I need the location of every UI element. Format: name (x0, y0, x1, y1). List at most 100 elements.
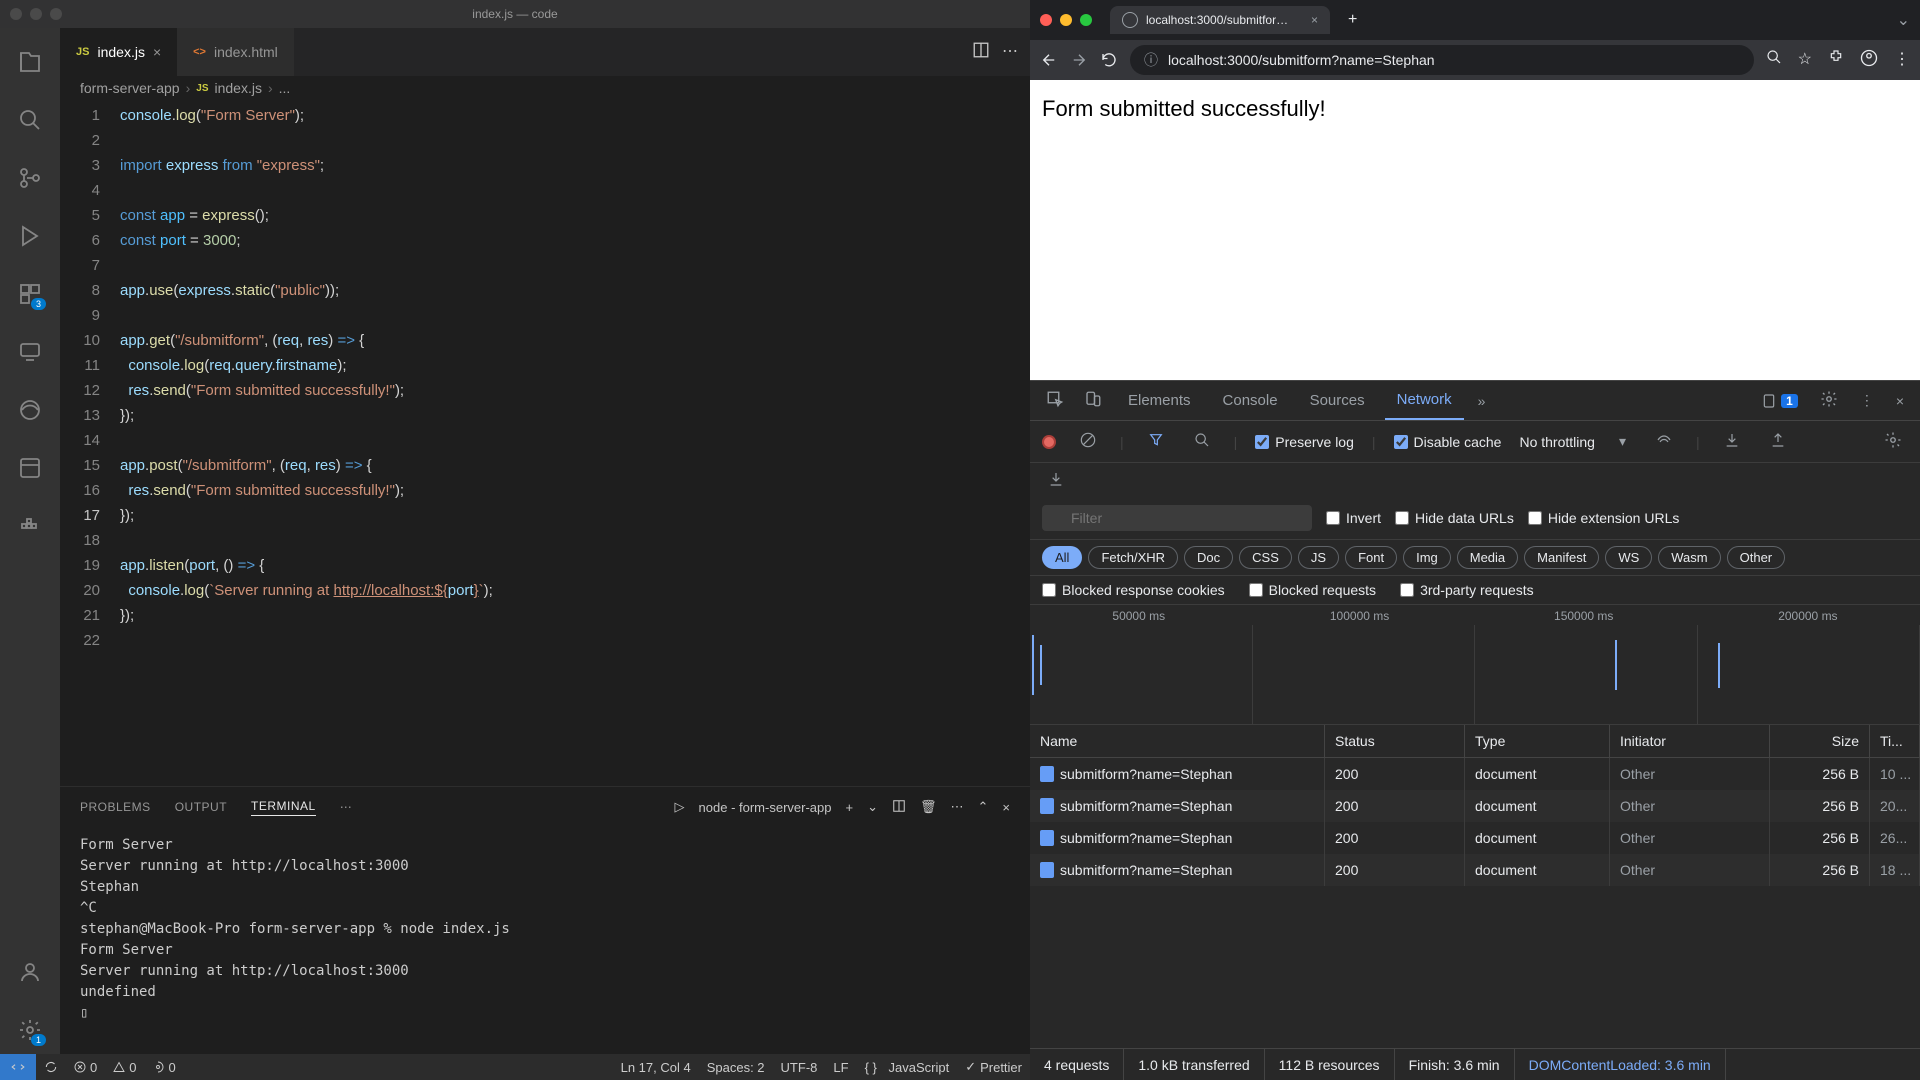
kill-terminal-icon[interactable]: 🗑 (920, 799, 937, 815)
disable-cache-checkbox[interactable]: Disable cache (1394, 434, 1502, 450)
tab-index-html[interactable]: <> index.html (177, 28, 294, 76)
new-tab-button[interactable]: + (1338, 11, 1367, 29)
th-status[interactable]: Status (1325, 725, 1465, 757)
bookmark-icon[interactable]: ☆ (1798, 49, 1812, 72)
terminal-output[interactable]: Form Server Server running at http://loc… (60, 827, 1030, 1054)
source-control-icon[interactable] (6, 154, 54, 202)
table-row[interactable]: submitform?name=Stephan200documentOther2… (1030, 790, 1920, 822)
device-toggle-icon[interactable] (1078, 390, 1108, 411)
status-language[interactable]: { } JavaScript (857, 1059, 958, 1075)
filter-fetch[interactable]: Fetch/XHR (1088, 546, 1178, 569)
download-icon[interactable] (1042, 471, 1070, 490)
breadcrumb[interactable]: form-server-app › JS index.js › ... (60, 76, 1030, 100)
blocked-requests-checkbox[interactable]: Blocked requests (1249, 582, 1376, 598)
table-row[interactable]: submitform?name=Stephan200documentOther2… (1030, 822, 1920, 854)
close-panel-icon[interactable]: × (1002, 800, 1010, 815)
chevron-down-icon[interactable]: ▾ (1613, 433, 1632, 450)
panel-more-icon[interactable]: ⋯ (340, 800, 352, 814)
import-har-icon[interactable] (1718, 432, 1746, 451)
devtools-close-icon[interactable]: × (1890, 393, 1910, 409)
status-spaces[interactable]: Spaces: 2 (699, 1059, 773, 1075)
extensions-icon[interactable] (1828, 49, 1844, 72)
clear-icon[interactable] (1074, 432, 1102, 451)
filter-wasm[interactable]: Wasm (1658, 546, 1720, 569)
terminal-task-label[interactable]: node - form-server-app (699, 800, 832, 815)
hide-ext-urls-checkbox[interactable]: Hide extension URLs (1528, 510, 1680, 526)
filter-doc[interactable]: Doc (1184, 546, 1233, 569)
tab-close-icon[interactable]: × (153, 44, 161, 60)
filter-media[interactable]: Media (1457, 546, 1518, 569)
table-row[interactable]: submitform?name=Stephan200documentOther2… (1030, 854, 1920, 886)
tab-index-js[interactable]: JS index.js × (60, 28, 177, 76)
accounts-icon[interactable] (6, 948, 54, 996)
site-info-icon[interactable]: ⓘ (1144, 50, 1158, 70)
close-window[interactable] (10, 8, 22, 20)
code-content[interactable]: console.log("Form Server"); import expre… (120, 100, 1030, 786)
panel-tab-output[interactable]: OUTPUT (175, 800, 227, 814)
th-time[interactable]: Ti... (1870, 725, 1920, 757)
split-editor-icon[interactable] (972, 41, 990, 64)
close-window[interactable] (1040, 14, 1052, 26)
filter-icon[interactable] (1142, 432, 1170, 451)
panel-more-icon[interactable]: ⋯ (951, 799, 964, 815)
tab-sources[interactable]: Sources (1298, 381, 1377, 420)
export-har-icon[interactable] (1764, 432, 1792, 451)
inspect-element-icon[interactable] (1040, 390, 1070, 411)
devtools-settings-icon[interactable] (1814, 390, 1844, 411)
th-name[interactable]: Name (1030, 725, 1325, 757)
remote-indicator[interactable] (0, 1054, 36, 1080)
status-prettier[interactable]: ✓ Prettier (957, 1059, 1030, 1075)
tab-search-icon[interactable]: ⌄ (1897, 10, 1910, 30)
third-party-checkbox[interactable]: 3rd-party requests (1400, 582, 1534, 598)
zoom-icon[interactable] (1766, 49, 1782, 72)
panel-tab-problems[interactable]: PROBLEMS (80, 800, 151, 814)
search-icon[interactable] (6, 96, 54, 144)
terminal-dropdown-icon[interactable]: ⌄ (867, 799, 878, 815)
forward-button[interactable] (1070, 51, 1088, 69)
docker-icon[interactable] (6, 502, 54, 550)
explorer-icon[interactable] (6, 38, 54, 86)
maximize-panel-icon[interactable]: ⌃ (978, 799, 989, 815)
throttling-select[interactable]: No throttling (1519, 434, 1594, 450)
network-settings-icon[interactable] (1878, 431, 1908, 452)
panel-tab-terminal[interactable]: TERMINAL (251, 799, 316, 816)
th-type[interactable]: Type (1465, 725, 1610, 757)
th-size[interactable]: Size (1770, 725, 1870, 757)
status-warnings[interactable]: 0 (105, 1060, 144, 1075)
more-actions-icon[interactable]: ⋯ (1002, 41, 1018, 64)
split-terminal-icon[interactable] (892, 799, 906, 816)
blocked-cookies-checkbox[interactable]: Blocked response cookies (1042, 582, 1225, 598)
more-tabs-icon[interactable]: » (1472, 393, 1492, 409)
filter-input[interactable] (1042, 505, 1312, 531)
table-row[interactable]: submitform?name=Stephan200documentOther2… (1030, 758, 1920, 790)
filter-font[interactable]: Font (1345, 546, 1397, 569)
network-conditions-icon[interactable] (1650, 432, 1678, 451)
play-icon[interactable]: ▷ (675, 799, 685, 815)
status-eol[interactable]: LF (825, 1059, 856, 1075)
search-icon[interactable] (1188, 432, 1216, 451)
filter-manifest[interactable]: Manifest (1524, 546, 1599, 569)
filter-css[interactable]: CSS (1239, 546, 1292, 569)
run-debug-icon[interactable] (6, 212, 54, 260)
remote-explorer-icon[interactable] (6, 328, 54, 376)
hide-data-urls-checkbox[interactable]: Hide data URLs (1395, 510, 1514, 526)
code-editor[interactable]: 12345678910111213141516171819202122 cons… (60, 100, 1030, 786)
address-bar[interactable]: ⓘ localhost:3000/submitform?name=Stephan (1130, 45, 1754, 75)
th-initiator[interactable]: Initiator (1610, 725, 1770, 757)
reload-button[interactable] (1100, 51, 1118, 69)
maximize-window[interactable] (1080, 14, 1092, 26)
status-ports[interactable]: 0 (144, 1060, 183, 1075)
back-button[interactable] (1040, 51, 1058, 69)
filter-ws[interactable]: WS (1605, 546, 1652, 569)
extensions-icon[interactable]: 3 (6, 270, 54, 318)
chrome-menu-icon[interactable]: ⋮ (1894, 49, 1910, 72)
settings-icon[interactable]: 1 (6, 1006, 54, 1054)
tab-console[interactable]: Console (1211, 381, 1290, 420)
filter-all[interactable]: All (1042, 546, 1082, 569)
record-button[interactable] (1042, 435, 1056, 449)
tab-network[interactable]: Network (1385, 381, 1464, 420)
status-cursor[interactable]: Ln 17, Col 4 (613, 1059, 699, 1075)
filter-img[interactable]: Img (1403, 546, 1451, 569)
new-terminal-icon[interactable]: + (845, 800, 853, 815)
issues-icon[interactable]: 1 (1755, 393, 1804, 409)
